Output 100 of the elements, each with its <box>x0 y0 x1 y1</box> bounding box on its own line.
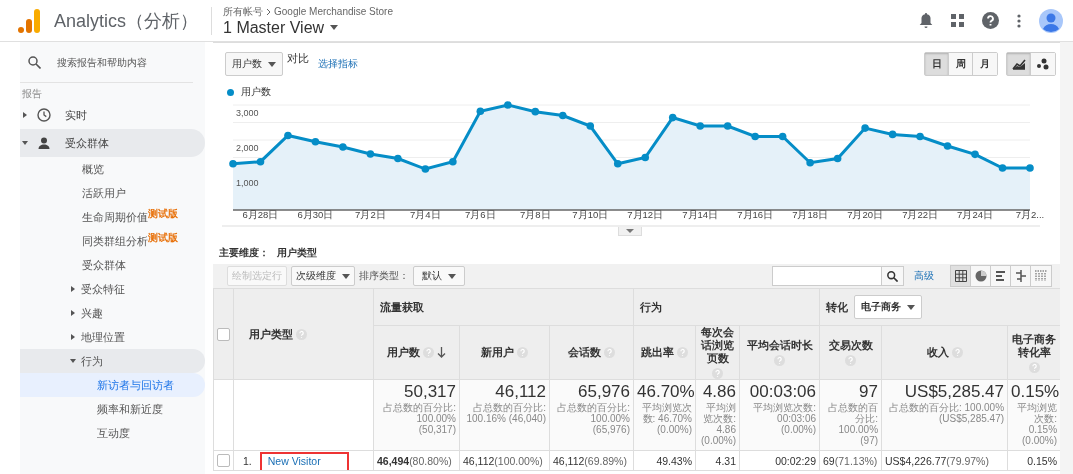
dimension-value[interactable]: 用户类型 <box>277 246 317 260</box>
avatar-icon[interactable] <box>1039 8 1063 33</box>
data-point[interactable] <box>504 101 512 109</box>
granularity-button[interactable]: 日 <box>925 53 949 75</box>
data-point[interactable] <box>998 164 1007 172</box>
column-header[interactable]: 收入 <box>926 346 949 359</box>
choose-metric-link[interactable]: 选择指标 <box>318 57 358 71</box>
column-header[interactable]: 新用户 <box>481 346 514 359</box>
data-point[interactable] <box>696 122 704 130</box>
breadcrumb-link[interactable]: 所有帐号 <box>223 4 264 19</box>
chevron-icon <box>266 7 272 16</box>
checkbox[interactable] <box>217 454 230 467</box>
data-point[interactable] <box>943 142 952 150</box>
data-point[interactable] <box>229 160 237 168</box>
person-icon <box>37 136 51 150</box>
view-button[interactable] <box>951 266 971 286</box>
nav-item[interactable]: 受众群体 <box>20 129 205 157</box>
breadcrumb-link[interactable]: Google Merchandise Store <box>274 6 393 17</box>
x-axis-label: 7月2... <box>1015 209 1045 220</box>
data-point[interactable] <box>751 132 759 141</box>
nav-item[interactable]: 概览 <box>20 157 205 181</box>
data-point[interactable] <box>366 150 375 158</box>
nav-item[interactable]: 受众特征 <box>20 277 205 301</box>
view-button[interactable] <box>1011 266 1031 286</box>
nav-item[interactable]: 互动度 <box>20 421 205 445</box>
data-point[interactable] <box>641 153 650 162</box>
sort-arrow-icon[interactable] <box>437 347 446 358</box>
column-header[interactable]: 平均会话时长 <box>746 339 813 352</box>
nav-item[interactable]: 兴趣 <box>20 301 205 325</box>
nav-item[interactable]: 生命周期价值测试版 <box>20 205 205 229</box>
nav-item[interactable]: 频率和新近度 <box>20 397 205 421</box>
data-point[interactable] <box>1026 164 1034 172</box>
bubbles-icon <box>1036 58 1050 70</box>
chart-type-button[interactable] <box>1031 53 1055 75</box>
data-point[interactable] <box>916 132 924 141</box>
data-point[interactable] <box>971 150 979 159</box>
data-point[interactable] <box>668 113 677 122</box>
collapse-handle[interactable] <box>618 227 642 236</box>
data-point[interactable] <box>421 165 430 173</box>
grid-icon <box>954 270 967 282</box>
caret-icon <box>448 273 456 279</box>
nav-item[interactable]: 受众群体 <box>20 253 205 277</box>
caret-icon[interactable] <box>70 358 76 364</box>
metric-dropdown[interactable]: 用户数 <box>225 52 283 76</box>
share-text: (71.13%) <box>834 454 878 467</box>
x-axis-label: 7月18日 <box>792 209 829 220</box>
data-point[interactable] <box>833 154 842 163</box>
logo-icon[interactable] <box>18 8 40 33</box>
view-button[interactable] <box>991 266 1011 286</box>
caret-icon[interactable] <box>22 112 28 118</box>
caret-icon[interactable] <box>70 334 76 340</box>
data-point[interactable] <box>586 122 595 130</box>
caret-icon[interactable] <box>70 310 76 316</box>
column-header[interactable]: 用户数 <box>387 346 420 359</box>
help-icon[interactable] <box>982 12 999 29</box>
column-header[interactable]: 会话数 <box>568 346 601 359</box>
view-selector[interactable]: 1 Master View <box>223 18 393 37</box>
nav-item[interactable]: 实时 <box>20 101 205 129</box>
bell-icon[interactable] <box>919 12 933 29</box>
data-point[interactable] <box>256 157 265 166</box>
chart-type-button[interactable] <box>1007 53 1031 75</box>
data-point[interactable] <box>778 132 787 141</box>
data-point[interactable] <box>339 143 347 151</box>
data-point[interactable] <box>888 130 897 139</box>
data-point[interactable] <box>613 160 622 168</box>
nav-item[interactable]: 同类群组分析测试版 <box>20 229 205 253</box>
data-point[interactable] <box>861 124 869 132</box>
caret-icon[interactable] <box>70 286 76 292</box>
search-button[interactable] <box>881 267 903 285</box>
table-search-field[interactable] <box>772 266 904 286</box>
data-point[interactable] <box>311 137 320 146</box>
nav-item[interactable]: 行为 <box>20 349 205 373</box>
data-point[interactable] <box>394 154 402 163</box>
more-icon[interactable] <box>1017 13 1021 28</box>
nav-item[interactable]: 活跃用户 <box>20 181 205 205</box>
group-header: 行为 <box>640 299 662 315</box>
data-point[interactable] <box>723 122 732 130</box>
data-point[interactable] <box>476 107 485 116</box>
data-point[interactable] <box>806 158 814 167</box>
data-point[interactable] <box>284 131 292 140</box>
apps-icon[interactable] <box>951 14 964 27</box>
advanced-link[interactable]: 高级 <box>914 269 934 283</box>
checkbox[interactable] <box>217 327 230 341</box>
data-point[interactable] <box>559 111 567 120</box>
column-header[interactable]: 交易次数 <box>828 339 873 352</box>
data-point[interactable] <box>449 157 457 166</box>
data-point[interactable] <box>531 107 540 116</box>
caret-icon[interactable] <box>22 140 28 146</box>
secondary-dimension-dropdown[interactable]: 次级维度 <box>291 266 355 286</box>
column-header[interactable]: 跳出率 <box>641 346 674 359</box>
sort-dropdown[interactable]: 默认 <box>413 266 465 286</box>
granularity-button[interactable]: 月 <box>973 53 997 75</box>
view-button[interactable] <box>971 266 991 286</box>
dimension-link[interactable]: New Visitor <box>259 451 349 470</box>
nav-item[interactable]: 新访者与回访者 <box>20 373 205 397</box>
conversion-dropdown[interactable]: 电子商务 <box>854 295 923 319</box>
search-field[interactable]: 搜索报告和帮助内容 <box>55 55 179 69</box>
nav-item[interactable]: 地理位置 <box>20 325 205 349</box>
granularity-button[interactable]: 周 <box>949 53 973 75</box>
search-icon <box>887 270 898 282</box>
